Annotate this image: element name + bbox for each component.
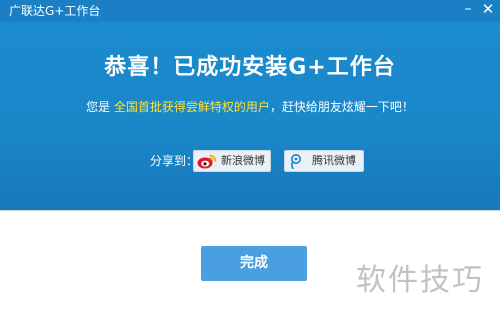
- sina-weibo-label: 新浪微博: [221, 154, 265, 167]
- title-bar[interactable]: 广联达G+工作台 – ✕: [0, 0, 500, 22]
- share-sina-weibo-button[interactable]: 新浪微博: [193, 150, 271, 172]
- message-suffix: ，赶快给朋友炫耀一下吧！: [269, 100, 414, 114]
- tencent-weibo-label: 腾讯微博: [312, 154, 356, 167]
- message-highlight: 全国首批获得尝鲜特权的用户: [113, 100, 270, 114]
- sina-weibo-icon: [197, 153, 217, 169]
- success-message: 您是 全国首批获得尝鲜特权的用户，赶快给朋友炫耀一下吧！: [0, 99, 500, 115]
- footer-divider: [0, 210, 500, 211]
- share-tencent-weibo-button[interactable]: 腾讯微博: [284, 150, 364, 172]
- success-headline: 恭喜！已成功安装G+工作台: [104, 55, 396, 80]
- watermark-text: 软件技巧: [356, 263, 484, 298]
- success-banner: 恭喜！已成功安装G+工作台 您是 全国首批获得尝鲜特权的用户，赶快给朋友炫耀一下…: [0, 22, 500, 210]
- close-button[interactable]: ✕: [476, 0, 500, 20]
- share-label: 分享到：: [150, 154, 199, 168]
- tencent-weibo-icon: [288, 153, 304, 170]
- window-title: 广联达G+工作台: [9, 4, 101, 18]
- done-button[interactable]: 完成: [201, 246, 307, 281]
- message-prefix: 您是: [86, 100, 111, 114]
- installer-window: 广联达G+工作台 – ✕ 恭喜！已成功安装G+工作台 您是 全国首批获得尝鲜特权…: [0, 0, 500, 325]
